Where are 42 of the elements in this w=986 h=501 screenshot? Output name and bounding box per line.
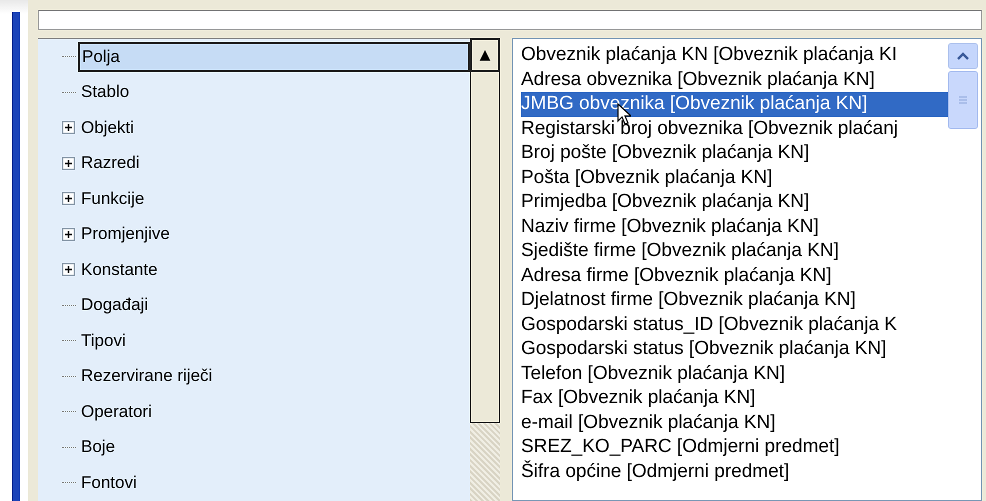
- list-item[interactable]: Telefon [Obveznik plaćanja KN]: [521, 362, 788, 386]
- list-item[interactable]: Šifra općine [Odmjerni predmet]: [521, 460, 792, 484]
- tree-item[interactable]: Boje: [78, 433, 118, 462]
- tree-item[interactable]: Tipovi: [78, 326, 129, 355]
- list-item[interactable]: Gospodarski status_ID [Obveznik plaćanja K: [521, 312, 899, 337]
- list-item[interactable]: Pošta [Obveznik plaćanja KN]: [521, 166, 774, 190]
- list-item[interactable]: Primjedba [Obveznik plaćanja KN]: [521, 190, 812, 214]
- list-item[interactable]: Sjedište firme [Obveznik plaćanja KN]: [521, 239, 841, 264]
- tree-item[interactable]: Funkcije: [78, 184, 148, 213]
- expand-icon[interactable]: [62, 121, 75, 134]
- list-item[interactable]: Obveznik plaćanja KN [Obveznik plaćanja KI: [521, 43, 899, 68]
- tree-item[interactable]: Stablo: [78, 78, 132, 106]
- list-item[interactable]: Registarski broj obveznika [Obveznik plaćanj: [521, 116, 900, 141]
- list-item[interactable]: Fax [Obveznik plaćanja KN]: [521, 386, 758, 410]
- expand-icon[interactable]: [62, 228, 75, 241]
- tree-item[interactable]: Polja: [78, 42, 470, 72]
- tree-item[interactable]: Promjenjive: [78, 220, 173, 248]
- scroll-up-button[interactable]: [948, 43, 978, 69]
- tree-item[interactable]: Konstante: [78, 256, 161, 284]
- tree-item[interactable]: Rezervirane riječi: [78, 362, 216, 390]
- scroll-up-button[interactable]: ▲: [470, 38, 500, 72]
- list-item[interactable]: Gospodarski status [Obveznik plaćanja KN]: [521, 337, 888, 362]
- tree-item[interactable]: Operatori: [78, 398, 155, 426]
- list-item[interactable]: Adresa obveznika [Obveznik plaćanja KN]: [521, 68, 877, 92]
- list-item[interactable]: Adresa firme [Obveznik plaćanja KN]: [521, 264, 834, 288]
- list-item[interactable]: SREZ_KO_PARC [Odmjerni predmet]: [521, 435, 842, 460]
- tree-item[interactable]: Događaji: [78, 291, 152, 320]
- list-item[interactable]: Broj pošte [Obveznik plaćanja KN]: [521, 141, 812, 166]
- list-item[interactable]: e-mail [Obveznik plaćanja KN]: [521, 410, 778, 435]
- chevron-up-icon: [957, 52, 969, 60]
- grip-icon: [959, 96, 967, 104]
- expand-icon[interactable]: [62, 156, 75, 170]
- list-item[interactable]: Naziv firme [Obveznik plaćanja KN]: [521, 214, 821, 239]
- input-field[interactable]: [38, 10, 982, 30]
- expand-icon[interactable]: [62, 263, 75, 276]
- list-item[interactable]: JMBG obveznika [Obveznik plaćanja KN]: [521, 92, 948, 116]
- scrollbar-thumb[interactable]: [948, 71, 978, 129]
- tree-item[interactable]: Objekti: [78, 114, 137, 142]
- tree-item[interactable]: Razredi: [78, 149, 143, 178]
- expand-icon[interactable]: [62, 192, 75, 206]
- list-item[interactable]: Djelatnost firme [Obveznik plaćanja KN]: [521, 288, 858, 312]
- tree-item[interactable]: Fontovi: [78, 468, 140, 497]
